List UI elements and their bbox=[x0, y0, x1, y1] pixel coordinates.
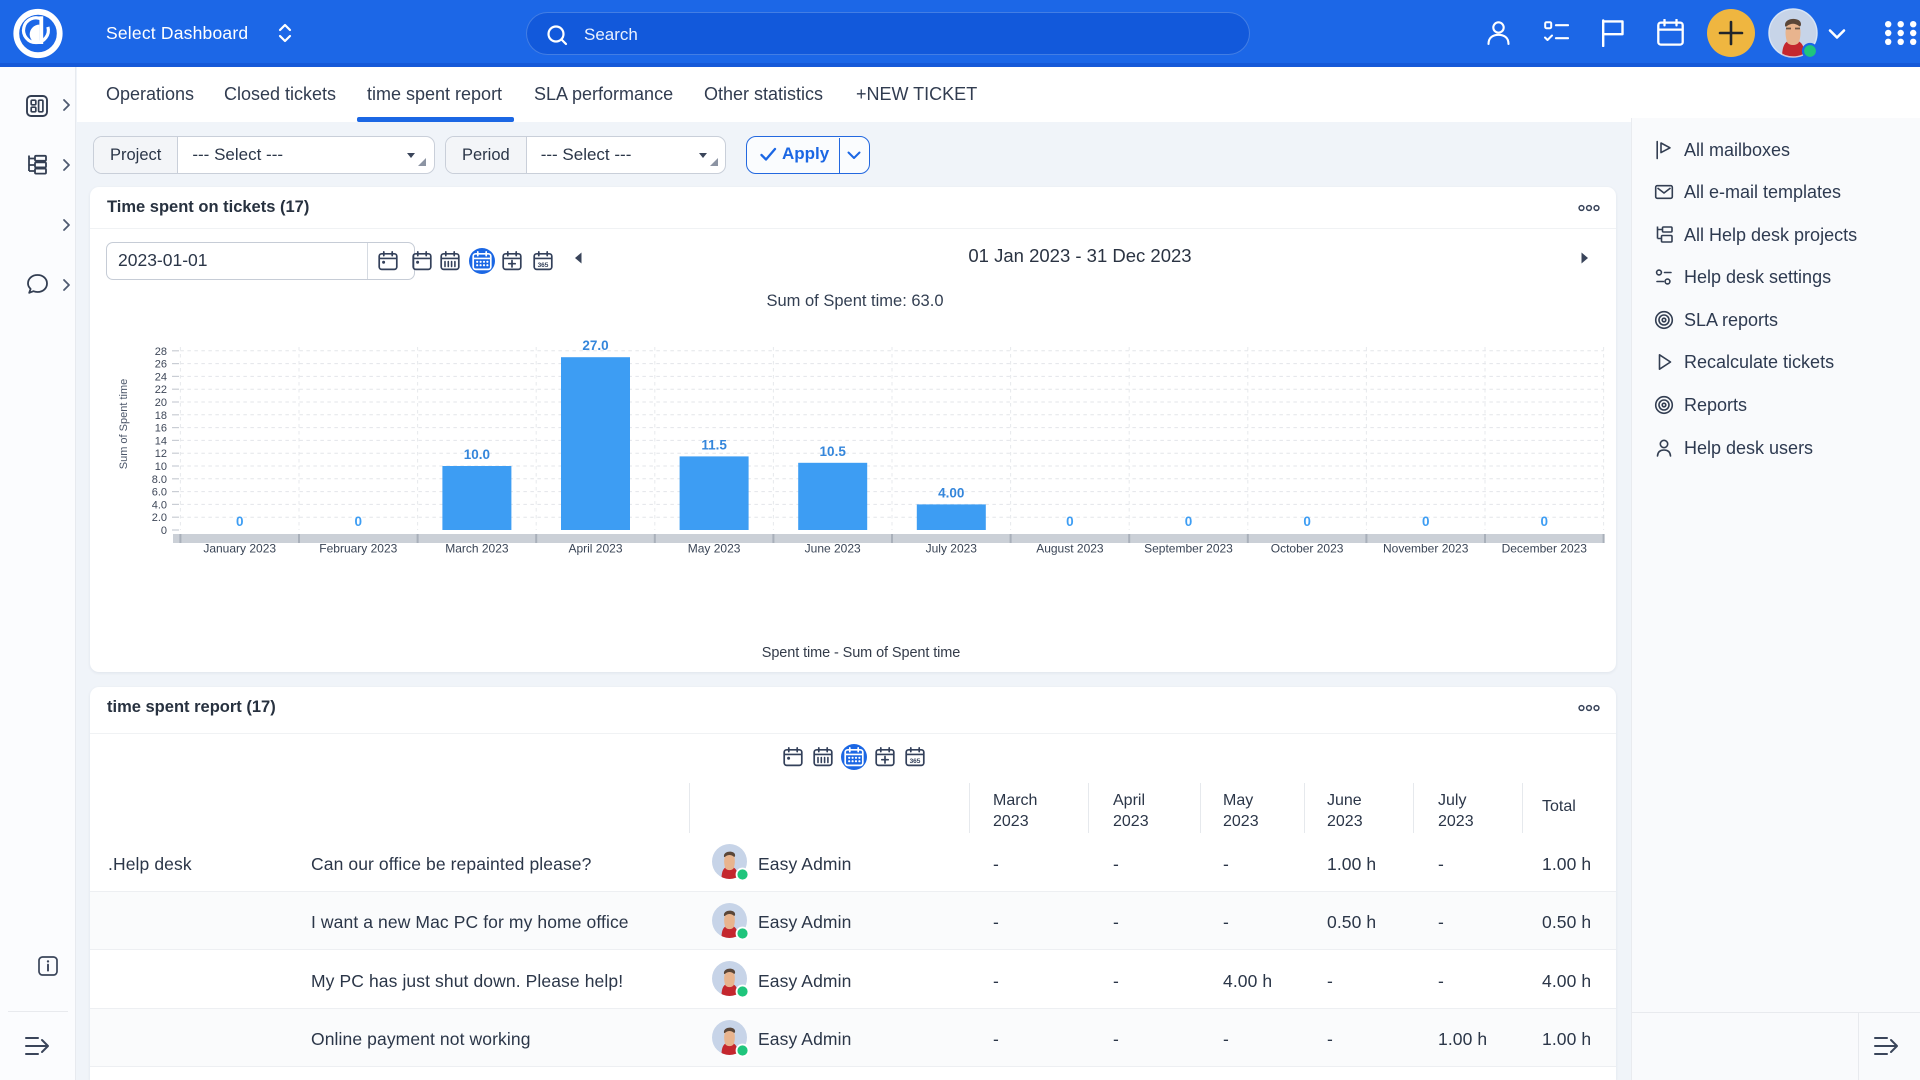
svg-text:June 2023: June 2023 bbox=[805, 542, 861, 556]
svg-text:18: 18 bbox=[155, 410, 167, 422]
svg-text:0: 0 bbox=[1185, 514, 1193, 529]
svg-text:October 2023: October 2023 bbox=[1271, 542, 1344, 556]
svg-text:12: 12 bbox=[155, 448, 167, 460]
svg-text:0: 0 bbox=[161, 525, 167, 537]
svg-text:6.0: 6.0 bbox=[152, 487, 167, 499]
svg-text:September 2023: September 2023 bbox=[1144, 542, 1233, 556]
svg-text:0: 0 bbox=[236, 514, 244, 529]
svg-text:May 2023: May 2023 bbox=[688, 542, 741, 556]
svg-text:December 2023: December 2023 bbox=[1502, 542, 1588, 556]
svg-text:February 2023: February 2023 bbox=[319, 542, 397, 556]
svg-text:November 2023: November 2023 bbox=[1383, 542, 1469, 556]
svg-text:8.0: 8.0 bbox=[152, 474, 167, 486]
svg-text:28: 28 bbox=[155, 346, 167, 358]
svg-text:0: 0 bbox=[1303, 514, 1311, 529]
svg-text:4.00: 4.00 bbox=[938, 485, 964, 500]
svg-text:11.5: 11.5 bbox=[701, 437, 727, 452]
svg-text:January 2023: January 2023 bbox=[203, 542, 276, 556]
svg-text:2.0: 2.0 bbox=[152, 512, 167, 524]
svg-text:March 2023: March 2023 bbox=[445, 542, 509, 556]
svg-text:4.0: 4.0 bbox=[152, 499, 167, 511]
svg-text:April 2023: April 2023 bbox=[568, 542, 622, 556]
svg-text:0: 0 bbox=[1541, 514, 1549, 529]
svg-text:26: 26 bbox=[155, 359, 167, 371]
svg-text:16: 16 bbox=[155, 423, 167, 435]
svg-text:0: 0 bbox=[355, 514, 363, 529]
svg-text:10.0: 10.0 bbox=[464, 447, 490, 462]
svg-text:27.0: 27.0 bbox=[582, 338, 608, 353]
svg-text:14: 14 bbox=[155, 435, 167, 447]
svg-text:0: 0 bbox=[1422, 514, 1430, 529]
svg-text:0: 0 bbox=[1066, 514, 1074, 529]
svg-text:10.5: 10.5 bbox=[820, 444, 847, 459]
svg-text:365: 365 bbox=[910, 758, 921, 765]
svg-text:20: 20 bbox=[155, 397, 167, 409]
svg-text:10: 10 bbox=[155, 461, 167, 473]
svg-text:22: 22 bbox=[155, 384, 167, 396]
svg-text:August 2023: August 2023 bbox=[1036, 542, 1104, 556]
svg-text:Sum of Spent time: Sum of Spent time bbox=[118, 379, 130, 470]
svg-text:24: 24 bbox=[155, 371, 167, 383]
svg-text:July 2023: July 2023 bbox=[926, 542, 978, 556]
